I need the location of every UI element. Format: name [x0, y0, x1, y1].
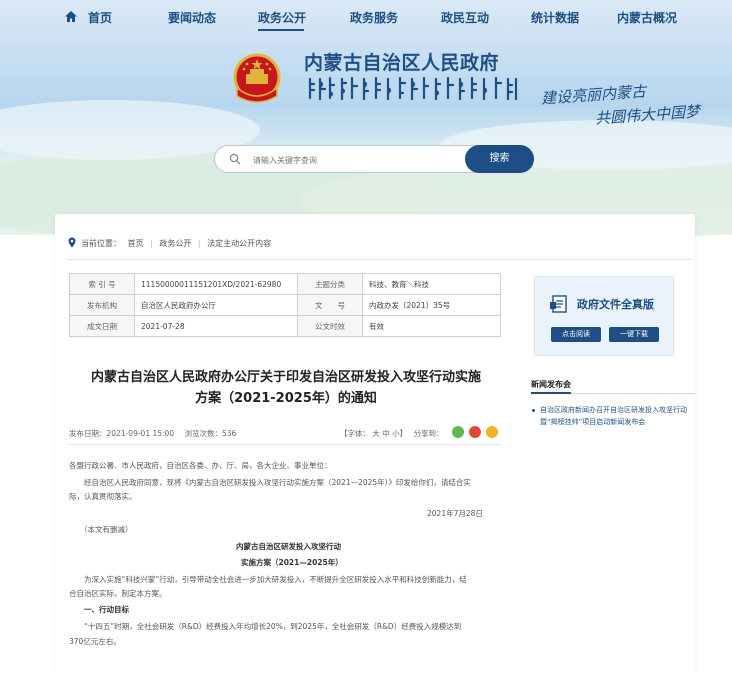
font-small-button[interactable]: 小: [392, 429, 400, 438]
full-version-box: 政府文件全真版 点击阅读 一键下载: [534, 276, 674, 356]
read-button[interactable]: 点击阅读: [551, 327, 601, 342]
meta-label: 文 号: [297, 294, 363, 316]
full-version-title: 政府文件全真版: [577, 298, 654, 311]
paragraph-3-line-1: “十四五”时期，全社会研发（R&D）经费投入年均增长20%，到2025年，全社会…: [84, 622, 462, 631]
views-count: 536: [221, 429, 237, 438]
breadcrumb-current[interactable]: 法定主动公开内容: [207, 239, 271, 248]
sub-title-1: 内蒙古自治区研发投入攻坚行动: [236, 542, 341, 551]
share-label: 分享到：: [413, 429, 444, 438]
salutation: 各盟行政公署、市人民政府，自治区各委、办、厅、局，各大企业、事业单位：: [69, 461, 332, 470]
paragraph-3-line-2: 370亿元左右。: [69, 637, 121, 646]
document-icon: [550, 295, 567, 313]
breadcrumb-prefix: 当前位置：: [81, 239, 121, 248]
section-heading: 一、行动目标: [84, 605, 129, 614]
table-row: 发布机构 自治区人民政府办公厅 文 号 内政办发〔2021〕35号: [69, 294, 501, 316]
nav-active-indicator: [258, 29, 304, 31]
font-size-label: 【字体：: [340, 429, 370, 438]
document-date: 2021年7月28日: [427, 509, 483, 518]
news-divider-accent: [531, 392, 571, 394]
font-size-end: 】: [399, 429, 408, 438]
download-button[interactable]: 一键下载: [609, 327, 659, 342]
qzone-share-icon[interactable]: [486, 426, 498, 438]
location-pin-icon: [68, 237, 76, 248]
meta-value: 11150000011151201XD/2021-62980: [134, 273, 298, 295]
meta-label: 索 引 号: [69, 273, 135, 295]
national-emblem-icon: [233, 53, 281, 103]
top-nav: 首页 要闻动态 政务公开 政务服务 政民互动 统计数据 内蒙古概况: [0, 0, 732, 34]
nav-news[interactable]: 要闻动态: [168, 9, 216, 26]
meta-value: 2021-07-28: [134, 315, 298, 337]
meta-label: 发布机构: [69, 294, 135, 316]
nav-government-affairs[interactable]: 政务公开: [258, 9, 306, 26]
info-divider: [69, 444, 501, 445]
sub-title-2: 实施方案（2021—2025年）: [241, 558, 343, 567]
meta-value: 科技、教育＼科技: [362, 273, 501, 295]
wechat-share-icon[interactable]: [452, 426, 464, 438]
document-title-line-2: 方案（2021-2025年）的通知: [195, 391, 377, 406]
breadcrumb-separator: |: [197, 239, 201, 248]
paragraph-2-line-1: 为深入实施“科技兴蒙”行动，引导带动全社会进一步加大研发投入，不断提升全区研发投…: [84, 575, 467, 584]
nav-overview[interactable]: 内蒙古概况: [617, 9, 677, 26]
table-row: 成文日期 2021-07-28 公文时效 有效: [69, 315, 501, 337]
meta-label: 成文日期: [69, 315, 135, 337]
site-title: 内蒙古自治区人民政府: [304, 52, 500, 74]
meta-label: 主题分类: [297, 273, 363, 295]
breadcrumb-home[interactable]: 首页: [128, 239, 144, 248]
publish-date: 2021-09-01 15:00: [106, 429, 175, 438]
press-conference-heading: 新闻发布会: [531, 380, 571, 389]
document-title-line-1: 内蒙古自治区人民政府办公厅关于印发自治区研发投入攻坚行动实施: [90, 370, 481, 385]
search-input[interactable]: [251, 151, 475, 169]
breadcrumb-separator: |: [150, 239, 153, 248]
weibo-share-icon[interactable]: [469, 426, 481, 438]
meta-value: 自治区人民政府办公厅: [134, 294, 298, 316]
list-bullet: [532, 409, 535, 412]
nav-services[interactable]: 政务服务: [350, 9, 398, 26]
publish-label: 发布日期：: [69, 429, 107, 438]
document-title: 内蒙古自治区人民政府办公厅关于印发自治区研发投入攻坚行动实施 方案（2021-2…: [69, 367, 503, 409]
font-medium-button[interactable]: 中: [382, 429, 390, 438]
breadcrumb-government-affairs[interactable]: 政务公开: [159, 239, 191, 248]
font-large-button[interactable]: 大: [372, 429, 380, 438]
publish-info: 发布日期：2021-09-01 15:00 浏览次数：536: [69, 428, 236, 439]
breadcrumb: 当前位置： 首页 | 政务公开 | 法定主动公开内容: [81, 238, 275, 249]
paragraph-2-line-2: 合自治区实际，制定本方案。: [69, 589, 167, 598]
home-icon[interactable]: [64, 10, 78, 23]
nav-interaction[interactable]: 政民互动: [441, 9, 489, 26]
paragraph-1-line-2: 际，认真贯彻落实。: [69, 492, 137, 501]
meta-value: 内政办发〔2021〕35号: [362, 294, 501, 316]
search-bar: 搜索: [214, 145, 534, 173]
meta-value: 有效: [362, 315, 501, 337]
nav-statistics[interactable]: 统计数据: [531, 9, 579, 26]
news-list-item[interactable]: 自治区政府新闻办召开自治区研发投入攻坚行动暨“揭榜挂帅”项目启动新闻发布会: [540, 404, 690, 428]
views-label: 浏览次数：: [184, 429, 222, 438]
document-meta-table: 索 引 号 11150000011151201XD/2021-62980 主题分…: [69, 273, 501, 337]
paragraph-1-line-1: 经自治区人民政府同意，现将《内蒙古自治区研发投入攻坚行动实施方案（2021—20…: [84, 478, 471, 487]
search-button[interactable]: 搜索: [465, 145, 534, 173]
nav-home[interactable]: 首页: [88, 9, 112, 26]
table-row: 索 引 号 11150000011151201XD/2021-62980 主题分…: [69, 273, 501, 295]
meta-label: 公文时效: [297, 315, 363, 337]
abridged-note: （本文有删减）: [80, 525, 133, 534]
font-size-controls: 【字体： 大 中 小】 分享到：: [340, 428, 444, 439]
mongolian-script-logo: [308, 76, 518, 101]
search-icon: [229, 153, 241, 165]
breadcrumb-divider: [67, 259, 693, 260]
